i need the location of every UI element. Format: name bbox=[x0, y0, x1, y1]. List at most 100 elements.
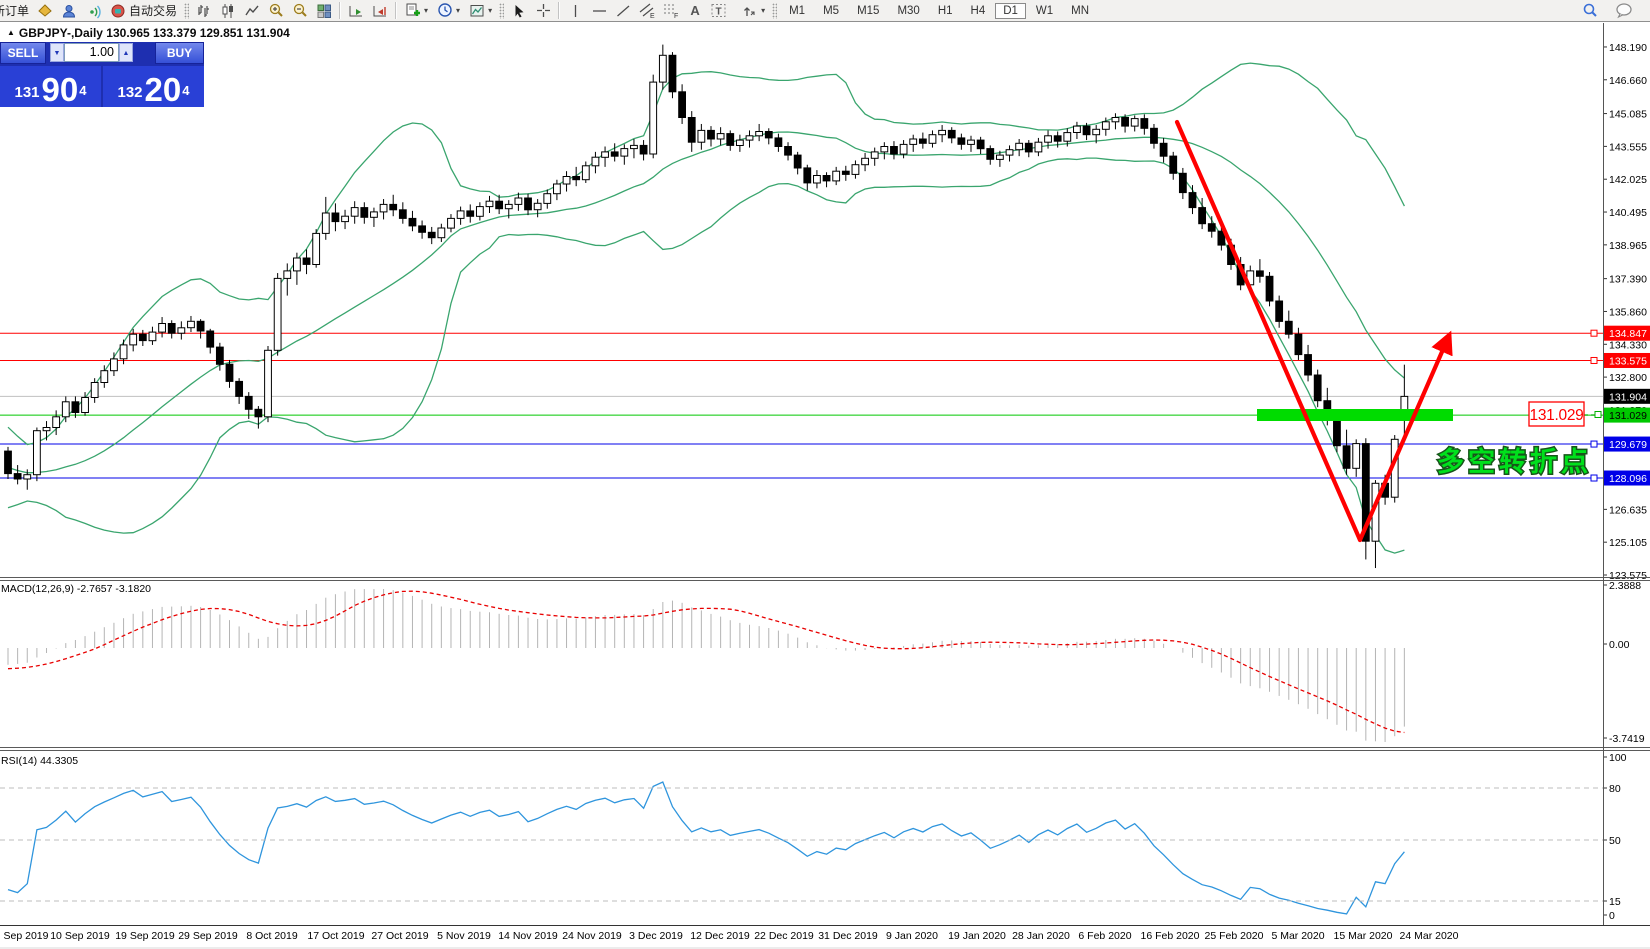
green-line-anchor[interactable] bbox=[1595, 412, 1601, 418]
candle bbox=[968, 136, 975, 152]
candle bbox=[322, 197, 329, 240]
date-label: 24 Nov 2019 bbox=[562, 930, 622, 942]
macd-tick-label: -3.7419 bbox=[1609, 733, 1645, 745]
candle bbox=[775, 134, 782, 152]
pivot-annotation-text[interactable]: 多空转折点 bbox=[1437, 446, 1592, 477]
candle bbox=[1160, 138, 1167, 163]
line-anchor-marker[interactable] bbox=[1591, 357, 1597, 363]
candle bbox=[833, 167, 840, 185]
candle bbox=[265, 346, 272, 422]
collapse-arrow-icon[interactable]: ▲ bbox=[7, 28, 15, 37]
candle bbox=[294, 253, 301, 285]
price-tick-label: 137.390 bbox=[1609, 274, 1647, 286]
candle bbox=[226, 360, 233, 388]
candle bbox=[977, 137, 984, 154]
price-tick-label: 126.635 bbox=[1609, 504, 1647, 516]
candle bbox=[929, 130, 936, 147]
candle bbox=[188, 316, 195, 332]
date-label: 3 Dec 2019 bbox=[629, 930, 683, 942]
trend-line-down[interactable] bbox=[1177, 122, 1360, 540]
rsi-line bbox=[8, 782, 1404, 914]
candle bbox=[342, 210, 349, 229]
price-tick-label: 140.495 bbox=[1609, 207, 1647, 219]
sell-button[interactable]: SELL bbox=[0, 42, 46, 64]
candle bbox=[891, 141, 898, 159]
candle bbox=[679, 84, 686, 124]
candle bbox=[862, 153, 869, 171]
candle bbox=[1295, 328, 1302, 360]
candle bbox=[236, 378, 243, 404]
candle bbox=[448, 214, 455, 232]
date-label: 28 Jan 2020 bbox=[1012, 930, 1070, 942]
date-label: 14 Nov 2019 bbox=[498, 930, 558, 942]
volume-input[interactable]: 1.00 bbox=[64, 43, 119, 62]
candle bbox=[371, 208, 378, 227]
price-badge-label: 134.847 bbox=[1609, 328, 1647, 340]
macd-indicator-label: MACD(12,26,9) -2.7657 -3.1820 bbox=[1, 583, 151, 595]
candle bbox=[756, 124, 763, 141]
buy-price: 20 bbox=[145, 77, 182, 103]
chart-canvas[interactable]: 131.029 148.190146.660145.085143.555142.… bbox=[0, 0, 1650, 949]
price-tick-label: 132.800 bbox=[1609, 372, 1647, 384]
candle bbox=[814, 170, 821, 188]
candle bbox=[1122, 114, 1129, 132]
price-badge-label: 131.029 bbox=[1609, 410, 1647, 422]
line-anchor-marker[interactable] bbox=[1591, 330, 1597, 336]
candle bbox=[399, 202, 406, 223]
candle bbox=[1314, 370, 1321, 408]
candle bbox=[390, 195, 397, 216]
candle bbox=[746, 130, 753, 147]
candle bbox=[139, 330, 146, 346]
candle bbox=[467, 204, 474, 222]
candle bbox=[149, 327, 156, 345]
price-tick-label: 146.660 bbox=[1609, 75, 1647, 87]
price-tick-label: 148.190 bbox=[1609, 42, 1647, 54]
macd-histogram bbox=[8, 589, 1404, 742]
price-tick-label: 142.025 bbox=[1609, 174, 1647, 186]
buy-big-figure: 132 bbox=[118, 83, 143, 103]
candle bbox=[1189, 185, 1196, 214]
candle bbox=[486, 196, 493, 213]
price-badge-label: 133.575 bbox=[1609, 355, 1647, 367]
candle bbox=[1208, 216, 1215, 237]
candle bbox=[1343, 430, 1350, 475]
bollinger-middle-band bbox=[8, 132, 1404, 473]
candle bbox=[1276, 296, 1283, 328]
buy-price-button[interactable]: 132204 bbox=[103, 66, 204, 107]
candle bbox=[602, 146, 609, 166]
chart-title: ▲GBPJPY-,Daily 130.965 133.379 129.851 1… bbox=[7, 26, 290, 40]
candle bbox=[881, 142, 888, 159]
candle bbox=[669, 52, 676, 98]
candle bbox=[544, 189, 551, 208]
buy-button[interactable]: BUY bbox=[155, 42, 204, 64]
rsi-tick-label: 0 bbox=[1609, 910, 1615, 922]
date-label: 15 Mar 2020 bbox=[1334, 930, 1393, 942]
candle bbox=[592, 152, 599, 173]
price-badge-label: 129.679 bbox=[1609, 439, 1647, 451]
candle bbox=[794, 152, 801, 175]
date-label: 10 Sep 2019 bbox=[50, 930, 110, 942]
sell-price-button[interactable]: 131904 bbox=[0, 66, 101, 107]
candle bbox=[255, 406, 262, 429]
candle bbox=[1035, 138, 1042, 156]
candle bbox=[708, 126, 715, 146]
date-label: 24 Mar 2020 bbox=[1400, 930, 1459, 942]
rsi-tick-label: 100 bbox=[1609, 752, 1627, 764]
volume-decrease-button[interactable]: ▼ bbox=[50, 43, 64, 62]
date-label: 5 Mar 2020 bbox=[1271, 930, 1324, 942]
candle bbox=[573, 167, 580, 186]
candle bbox=[332, 203, 339, 231]
candle bbox=[621, 144, 628, 164]
volume-increase-button[interactable]: ▲ bbox=[119, 43, 133, 62]
support-zone-rect[interactable] bbox=[1257, 409, 1453, 421]
candle bbox=[1131, 115, 1138, 131]
candle bbox=[1257, 259, 1264, 283]
candle bbox=[1170, 152, 1177, 180]
date-label: 19 Jan 2020 bbox=[948, 930, 1006, 942]
candle bbox=[1285, 311, 1292, 339]
sell-big-figure: 131 bbox=[15, 83, 40, 103]
candle bbox=[939, 125, 946, 142]
mt4-window: { "toolbar":{ "new_order_label":"新订单", "… bbox=[0, 0, 1650, 949]
price-tick-label: 135.860 bbox=[1609, 306, 1647, 318]
candle bbox=[563, 171, 570, 191]
